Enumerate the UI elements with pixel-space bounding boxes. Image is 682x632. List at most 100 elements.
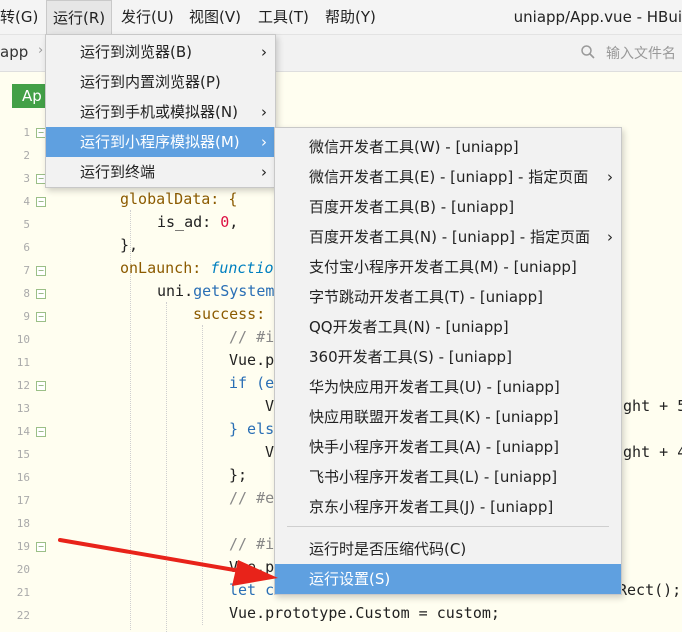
menu-item-label: 运行到手机或模拟器(N) [80,103,238,121]
line-number: 5 [23,218,30,231]
menu-item-miniprogram-tool[interactable]: QQ开发者工具(N) - [uniapp] [275,312,621,342]
code-line-15: V [265,443,275,461]
menu-item-miniprogram-tool[interactable]: 飞书小程序开发者工具(L) - [uniapp] [275,462,621,492]
menu-item-label: 运行到浏览器(B) [80,43,192,61]
menu-item-label: 字节跳动开发者工具(T) - [uniapp] [309,288,543,306]
code-line-15-tail: ight + 4 [614,443,682,461]
menu-item-run-device[interactable]: 运行到手机或模拟器(N) › [46,97,275,127]
menu-item-label: 运行时是否压缩代码(C) [309,540,467,558]
menu-view[interactable]: 视图(V) [189,0,241,34]
line-number: 7 [23,264,30,277]
fold-icon[interactable]: − [36,542,46,552]
menu-item-run-settings[interactable]: 运行设置(S) [275,564,621,594]
menu-item-label: 飞书小程序开发者工具(L) - [uniapp] [309,468,558,486]
code-line-20: Vue.p [229,558,275,576]
menu-item-run-miniprogram[interactable]: 运行到小程序模拟器(M) › [46,127,275,157]
line-number: 9 [23,310,30,323]
menu-item-label: 微信开发者工具(E) - [uniapp] - 指定页面 [309,168,589,186]
line-number: 6 [23,241,30,254]
chevron-right-icon: › [607,228,613,246]
line-number: 17 [16,494,30,507]
line-number: 8 [23,287,30,300]
line-number: 10 [16,333,30,346]
indent-guide [202,325,203,625]
fold-icon[interactable]: − [36,197,46,207]
line-number: 12 [16,379,30,392]
menu-item-label: 百度开发者工具(N) - [uniapp] - 指定页面 [309,228,590,246]
menu-bar: 转(G) 运行(R) 发行(U) 视图(V) 工具(T) 帮助(Y) uniap… [0,0,682,35]
code-line-14: } els [229,420,275,438]
line-number: 1 [23,126,30,139]
menu-item-miniprogram-tool[interactable]: 快手小程序开发者工具(A) - [uniapp] [275,432,621,462]
menu-item-compress-code[interactable]: 运行时是否压缩代码(C) [275,534,621,564]
search-icon [581,45,595,59]
code-token: getSystem [193,282,275,300]
chevron-right-icon: › [261,133,267,151]
menu-item-label: 运行到终端 [80,163,156,181]
code-line-7: onLaunch: functio [120,259,274,277]
code-line-22: Vue.prototype.Custom = custom; [229,604,500,622]
line-number: 4 [23,195,30,208]
code-token: globalData: { [120,190,238,208]
search-input[interactable]: 输入文件名 [606,43,676,63]
chevron-right-icon: › [607,168,613,186]
code-line-21: let c [229,581,275,599]
menu-item-label: QQ开发者工具(N) - [uniapp] [309,318,509,336]
file-search[interactable]: 输入文件名 [580,41,682,65]
code-line-5: is_ad: 0, [157,213,238,231]
menu-help[interactable]: 帮助(Y) [325,0,376,34]
code-token: , [229,213,239,231]
menu-item-miniprogram-tool[interactable]: 360开发者工具(S) - [uniapp] [275,342,621,372]
code-line-19: // #i [229,535,275,553]
code-line-10: // #i [229,328,275,346]
menu-item-label: 支付宝小程序开发者工具(M) - [uniapp] [309,258,577,276]
menu-tools[interactable]: 工具(T) [258,0,309,34]
menu-item-miniprogram-tool[interactable]: 百度开发者工具(N) - [uniapp] - 指定页面 › [275,222,621,252]
menu-item-miniprogram-tool[interactable]: 支付宝小程序开发者工具(M) - [uniapp] [275,252,621,282]
code-line-4: globalData: { [120,190,237,208]
line-number: 3 [23,172,30,185]
run-menu: 运行到浏览器(B) › 运行到内置浏览器(P) 运行到手机或模拟器(N) › 运… [45,34,276,188]
menu-item-label: 运行设置(S) [309,570,391,588]
code-line-16: }; [229,466,248,484]
menu-item-miniprogram-tool[interactable]: 字节跳动开发者工具(T) - [uniapp] [275,282,621,312]
line-number: 22 [16,609,30,622]
line-number: 20 [16,563,30,576]
menu-publish[interactable]: 发行(U) [121,0,174,34]
menu-item-miniprogram-tool[interactable]: 百度开发者工具(B) - [uniapp] [275,192,621,222]
menu-goto[interactable]: 转(G) [0,0,38,34]
line-number: 19 [16,540,30,553]
menu-run[interactable]: 运行(R) [46,0,113,34]
menu-item-label: 运行到小程序模拟器(M) [80,133,240,151]
breadcrumb[interactable]: app [0,43,28,61]
code-line-6: }, [120,236,138,254]
line-number: 16 [16,471,30,484]
menu-item-miniprogram-tool[interactable]: 京东小程序开发者工具(J) - [uniapp] [275,492,621,522]
menu-item-label: 华为快应用开发者工具(U) - [uniapp] [309,378,560,396]
line-number: 13 [16,402,30,415]
line-number: 2 [23,149,30,162]
line-number: 21 [16,586,30,599]
code-token: success: [193,305,266,323]
code-line-9: success: [193,305,265,323]
menu-item-run-browser[interactable]: 运行到浏览器(B) › [46,37,275,67]
menu-item-miniprogram-tool[interactable]: 微信开发者工具(W) - [uniapp] [275,132,621,162]
menu-item-label: 运行到内置浏览器(P) [80,73,221,91]
code-line-13: V [265,397,275,415]
fold-icon[interactable]: − [36,289,46,299]
menu-item-miniprogram-tool[interactable]: 华为快应用开发者工具(U) - [uniapp] [275,372,621,402]
fold-icon[interactable]: − [36,427,46,437]
code-token: onLaunch: [120,259,211,277]
line-number: 15 [16,448,30,461]
code-token: functio [210,259,274,277]
fold-icon[interactable]: − [36,381,46,391]
menu-item-miniprogram-tool[interactable]: 快应用联盟开发者工具(K) - [uniapp] [275,402,621,432]
line-number: 14 [16,425,30,438]
line-number: 11 [16,356,30,369]
fold-icon[interactable]: − [36,312,46,322]
menu-item-run-builtin-browser[interactable]: 运行到内置浏览器(P) [46,67,275,97]
fold-icon[interactable]: − [36,266,46,276]
menu-item-run-terminal[interactable]: 运行到终端 › [46,157,275,187]
menu-item-miniprogram-tool[interactable]: 微信开发者工具(E) - [uniapp] - 指定页面 › [275,162,621,192]
code-line-12: if (e [229,374,275,392]
